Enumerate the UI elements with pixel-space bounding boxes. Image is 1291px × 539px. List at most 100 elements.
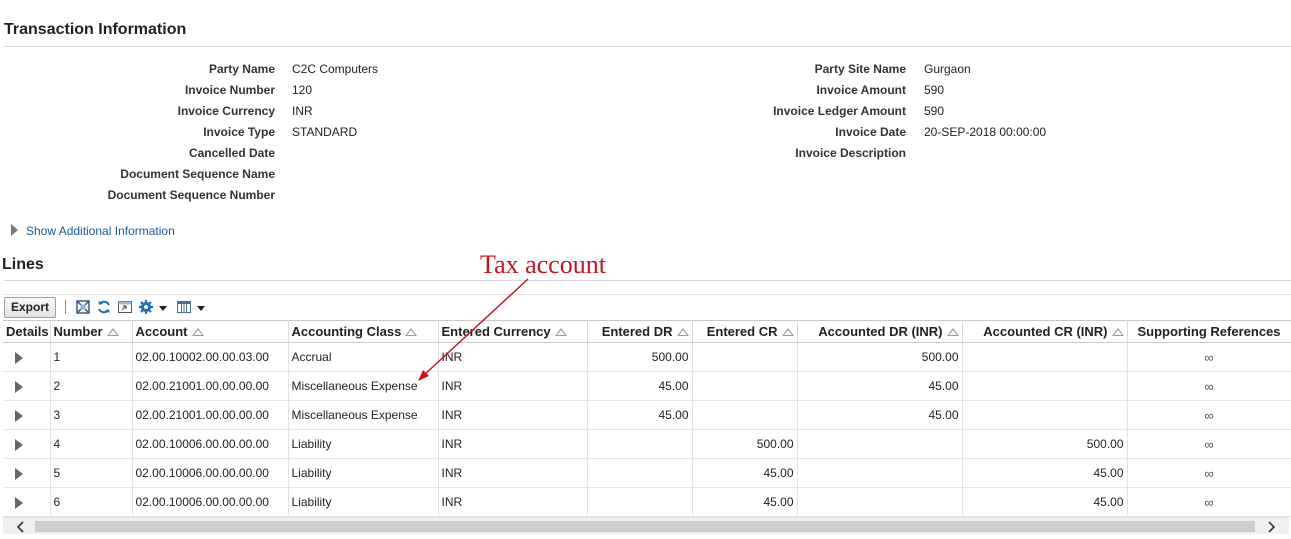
cell-currency: INR (438, 458, 588, 488)
columns-menu-caret-icon[interactable] (197, 305, 206, 311)
expand-row-icon[interactable] (15, 380, 23, 393)
freeze-icon[interactable] (116, 298, 134, 316)
cell-accounted-dr: 45.00 (797, 400, 963, 430)
cell-number: 1 (50, 342, 133, 372)
toolbar-divider (4, 294, 1291, 295)
scrollbar-thumb[interactable] (35, 521, 1255, 532)
field-label: Invoice Description (795, 146, 906, 160)
cell-account: 02.00.10002.00.00.03.00 (132, 342, 289, 372)
show-additional-info-link[interactable]: Show Additional Information (26, 224, 175, 238)
column-header-accounted-cr[interactable]: Accounted CR (INR) (962, 320, 1128, 343)
cell-details (3, 487, 51, 517)
field-value: C2C Computers (292, 62, 379, 76)
view-references-icon[interactable]: ∞ (1204, 466, 1213, 481)
cell-accounted-cr (962, 371, 1128, 401)
section-divider (4, 46, 1291, 47)
column-header-supporting-references[interactable]: Supporting References (1127, 320, 1291, 343)
column-header-accounting-class[interactable]: Accounting Class (288, 320, 439, 343)
field-value: INR (292, 104, 313, 118)
cell-entered-cr (692, 342, 798, 372)
lines-section-title: Lines (2, 256, 44, 273)
column-header-accounted-dr[interactable]: Accounted DR (INR) (797, 320, 963, 343)
sort-icon[interactable] (554, 328, 567, 336)
table-row[interactable]: 1 02.00.10002.00.00.03.00 Accrual INR 500.00… (3, 342, 1291, 372)
refresh-icon[interactable] (95, 298, 113, 316)
cell-supporting-references: ∞ (1127, 429, 1291, 459)
expand-row-icon[interactable] (15, 438, 23, 451)
scroll-left-icon[interactable] (13, 519, 29, 534)
sort-icon[interactable] (106, 328, 119, 336)
cell-details (3, 429, 51, 459)
cell-accounted-cr (962, 342, 1128, 372)
field-label: Document Sequence Number (107, 188, 275, 202)
table-row[interactable]: 2 02.00.21001.00.00.00.00 Miscellaneous Ex… (3, 371, 1291, 401)
cell-accounted-dr: 45.00 (797, 371, 963, 401)
cell-details (3, 342, 51, 372)
view-references-icon[interactable]: ∞ (1204, 350, 1213, 365)
settings-icon[interactable] (137, 298, 155, 316)
cell-number: 5 (50, 458, 133, 488)
cell-entered-cr: 45.00 (692, 487, 798, 517)
table-row[interactable]: 5 02.00.10006.00.00.00.00 Liability INR 45.0… (3, 458, 1291, 488)
field-value: STANDARD (292, 125, 358, 139)
sort-icon[interactable] (191, 328, 204, 336)
export-button[interactable]: Export (4, 296, 57, 318)
expand-row-icon[interactable] (15, 496, 23, 509)
annotation-label: Tax account (480, 250, 606, 279)
field-value: Gurgaon (924, 62, 971, 76)
horizontal-scrollbar[interactable] (3, 517, 1289, 534)
column-header-entered-dr[interactable]: Entered DR (587, 320, 693, 343)
cell-account: 02.00.21001.00.00.00.00 (132, 371, 289, 401)
cell-currency: INR (438, 487, 588, 517)
lines-toolbar: Export (4, 296, 213, 318)
cell-account: 02.00.10006.00.00.00.00 (132, 458, 289, 488)
cell-number: 2 (50, 371, 133, 401)
field-label: Invoice Type (203, 125, 275, 139)
view-references-icon[interactable]: ∞ (1204, 495, 1213, 510)
columns-icon[interactable] (175, 298, 193, 316)
scroll-right-icon[interactable] (1263, 519, 1279, 534)
cell-entered-dr: 500.00 (587, 342, 693, 372)
column-header-number[interactable]: Number (50, 320, 133, 343)
view-references-icon[interactable]: ∞ (1204, 437, 1213, 452)
column-header-entered-currency[interactable]: Entered Currency (438, 320, 588, 343)
field-value: 590 (924, 83, 945, 97)
cell-entered-dr: 45.00 (587, 371, 693, 401)
view-references-icon[interactable]: ∞ (1204, 379, 1213, 394)
expand-row-icon[interactable] (15, 409, 23, 422)
column-header-details[interactable]: Details (3, 320, 51, 343)
cell-currency: INR (438, 400, 588, 430)
cell-supporting-references: ∞ (1127, 400, 1291, 430)
detach-icon[interactable] (74, 298, 92, 316)
settings-menu-caret-icon[interactable] (159, 305, 168, 311)
field-label: Invoice Date (835, 125, 906, 139)
field-label: Party Name (208, 62, 275, 76)
sort-icon[interactable] (946, 328, 959, 336)
cell-number: 3 (50, 400, 133, 430)
expand-row-icon[interactable] (15, 351, 23, 364)
sort-icon[interactable] (781, 328, 794, 336)
expand-row-icon[interactable] (15, 467, 23, 480)
cell-accounting-class: Liability (288, 458, 439, 488)
cell-entered-cr (692, 400, 798, 430)
sort-icon[interactable] (676, 328, 689, 336)
cell-accounting-class: Liability (288, 429, 439, 459)
table-row[interactable]: 6 02.00.10006.00.00.00.00 Liability INR 45.0… (3, 487, 1291, 517)
cell-currency: INR (438, 371, 588, 401)
cell-accounting-class: Liability (288, 487, 439, 517)
cell-entered-cr (692, 371, 798, 401)
table-row[interactable]: 3 02.00.21001.00.00.00.00 Miscellaneous Ex… (3, 400, 1291, 430)
table-row[interactable]: 4 02.00.10006.00.00.00.00 Liability INR 500.… (3, 429, 1291, 459)
field-label: Invoice Ledger Amount (773, 104, 906, 118)
cell-number: 4 (50, 429, 133, 459)
column-header-account[interactable]: Account (132, 320, 289, 343)
cell-accounted-dr (797, 429, 963, 459)
cell-supporting-references: ∞ (1127, 342, 1291, 372)
sort-icon[interactable] (405, 328, 418, 336)
column-header-entered-cr[interactable]: Entered CR (692, 320, 798, 343)
view-references-icon[interactable]: ∞ (1204, 408, 1213, 423)
cell-accounting-class: Miscellaneous Expense (288, 400, 439, 430)
sort-icon[interactable] (1111, 328, 1124, 336)
field-value: 120 (292, 83, 313, 97)
disclosure-triangle-icon[interactable] (11, 224, 18, 236)
